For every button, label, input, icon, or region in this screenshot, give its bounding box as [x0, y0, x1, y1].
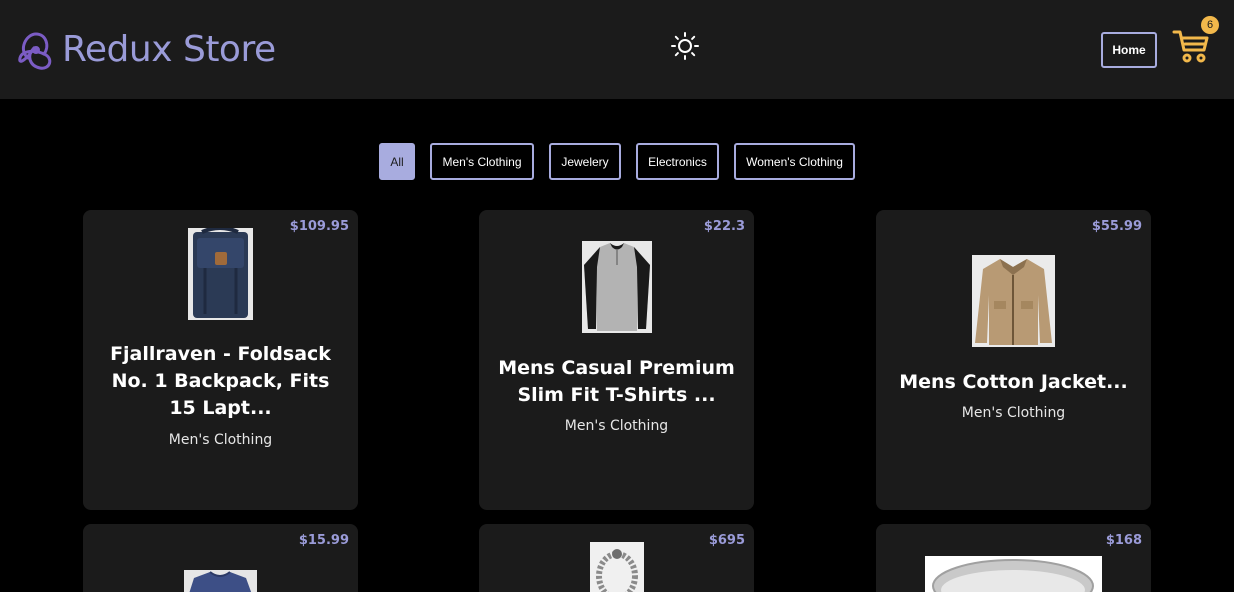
product-price: $22.3 — [703, 219, 745, 234]
cart-count-badge: 6 — [1201, 16, 1219, 34]
filter-womens-clothing[interactable]: Women's Clothing — [734, 143, 855, 180]
product-card[interactable]: $55.99 Mens Cotton Jacket... Men's Cloth… — [876, 210, 1151, 510]
tshirt-image — [582, 241, 652, 333]
product-price: $695 — [708, 533, 745, 548]
product-price: $109.95 — [289, 219, 349, 234]
filter-all[interactable]: All — [379, 143, 415, 180]
brand-name: Redux Store — [62, 29, 276, 70]
product-card[interactable]: $695 — [479, 524, 754, 592]
product-category: Men's Clothing — [961, 405, 1066, 421]
bracelet-image — [590, 542, 644, 592]
product-title: Fjallraven - Foldsack No. 1 Backpack, Fi… — [110, 343, 331, 419]
jacket-image — [972, 255, 1055, 347]
filter-mens-clothing[interactable]: Men's Clothing — [430, 143, 534, 180]
navbar: Redux Store Home 6 — [0, 0, 1234, 99]
product-card[interactable]: $168 — [876, 524, 1151, 592]
product-price: $168 — [1105, 533, 1142, 548]
sun-icon[interactable] — [670, 31, 700, 61]
product-title: Mens Cotton Jacket... — [899, 371, 1128, 393]
backpack-image — [188, 228, 253, 320]
product-category: Men's Clothing — [168, 432, 273, 448]
redux-logo-icon — [18, 32, 52, 70]
product-price: $15.99 — [298, 533, 349, 548]
filter-electronics[interactable]: Electronics — [636, 143, 719, 180]
product-price: $55.99 — [1091, 219, 1142, 234]
filter-jewelery[interactable]: Jewelery — [549, 143, 621, 180]
product-card[interactable]: $109.95 Fjallraven - Foldsack No. 1 Back… — [83, 210, 358, 510]
brand[interactable]: Redux Store — [14, 27, 276, 73]
product-card[interactable]: $22.3 Mens Casual Premium Slim Fit T-Shi… — [479, 210, 754, 510]
home-button[interactable]: Home — [1101, 32, 1157, 68]
product-title: Mens Casual Premium Slim Fit T-Shirts ..… — [498, 357, 735, 406]
sweater-image — [184, 570, 257, 592]
cart-icon[interactable] — [1172, 28, 1210, 64]
product-category: Men's Clothing — [564, 418, 669, 434]
product-card[interactable]: $15.99 — [83, 524, 358, 592]
ring-image — [925, 556, 1102, 592]
